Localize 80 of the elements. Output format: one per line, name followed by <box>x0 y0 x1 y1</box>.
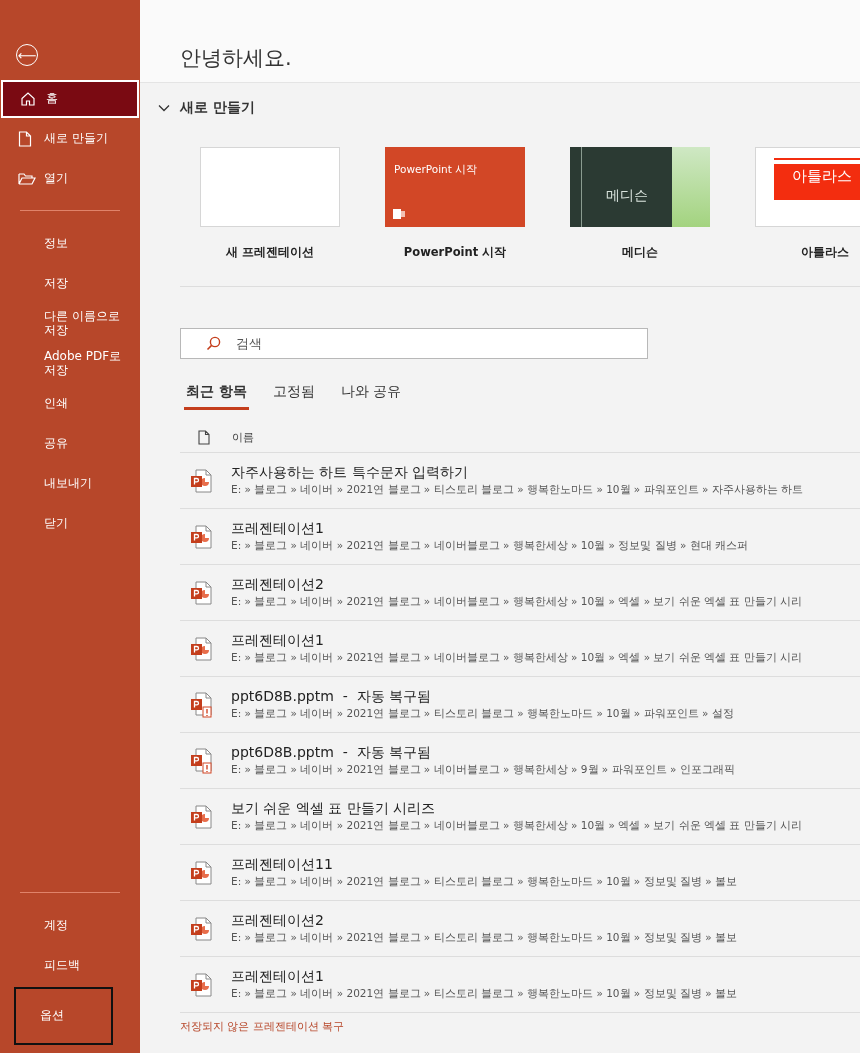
tab[interactable]: 나와 공유 <box>338 381 404 410</box>
search-icon <box>206 336 221 351</box>
powerpoint-file-icon <box>190 916 214 941</box>
template-thumbnail[interactable] <box>200 147 340 227</box>
template-label: 새 프레젠테이션 <box>226 245 314 260</box>
column-header[interactable]: 이름 <box>232 429 254 445</box>
file-path: E: » 블로그 » 네이버 » 2021연 블로그 » 네이버블로그 » 행복한세상 » 10월 » 엑셀 » 보기 쉬운 엑셀 표 만들기 시리 <box>231 651 803 665</box>
search-field[interactable]: 검색 <box>180 328 648 359</box>
file-name: 프레젠테이션11 <box>231 856 334 874</box>
file-row[interactable]: 프레젠테이션1 E: » 블로그 » 네이버 » 2021연 블로그 » 네이버블로그 » 행복한세상 » 10월 » 엑셀 » 보기 쉬운 엑셀 표 만들기 시리 <box>180 621 860 677</box>
sidebar-item[interactable]: 내보내기 <box>0 465 140 503</box>
file-path: E: » 블로그 » 네이버 » 2021연 블로그 » 티스토리 블로그 » 행복한노마드 » 10월 » 파워포인트 » 설정 <box>231 707 734 721</box>
recover-link[interactable]: 저장되지 않은 프레젠테이션 복구 <box>180 1019 345 1034</box>
file-name: 자주사용하는 하트 특수문자 입력하기 <box>231 464 470 482</box>
powerpoint-file-icon <box>190 580 214 605</box>
template-thumbnail[interactable]: 메디슨 <box>570 147 710 227</box>
powerpoint-file-icon <box>190 468 214 493</box>
file-path: E: » 블로그 » 네이버 » 2021연 블로그 » 티스토리 블로그 » 행복한노마드 » 10월 » 정보및 질병 » 볼보 <box>231 875 738 889</box>
sidebar-item[interactable]: Adobe PDF로 저장 <box>0 345 140 383</box>
recovered-file-icon <box>190 747 214 774</box>
powerpoint-file-icon <box>190 804 214 829</box>
home-icon <box>20 91 36 107</box>
template-label: 아틀라스 <box>801 245 849 260</box>
powerpoint-file-icon <box>190 860 214 885</box>
file-row[interactable]: ppt6D8B.pptm - 자동 복구됨 E: » 블로그 » 네이버 » 2021연 블로그 » 티스토리 블로그 » 행복한노마드 » 10월 » 파워포인트 » 설정 <box>180 677 860 733</box>
file-row[interactable]: 자주사용하는 하트 특수문자 입력하기 E: » 블로그 » 네이버 » 2021연 블로그 » 티스토리 블로그 » 행복한노마드 » 10월 » 파워포인트 » 자주사용하는 하트 <box>180 453 860 509</box>
file-icon <box>18 131 32 147</box>
file-row[interactable]: 보기 쉬운 엑셀 표 만들기 시리즈 E: » 블로그 » 네이버 » 2021연 블로그 » 네이버블로그 » 행복한세상 » 10월 » 엑셀 » 보기 쉬운 엑셀 표 만들기 시리 <box>180 789 860 845</box>
chevron-icon <box>158 104 170 112</box>
template-thumbnail[interactable]: PowerPoint 시작 <box>385 147 525 227</box>
sidebar-item[interactable]: 열기 <box>0 160 140 198</box>
sidebar-item[interactable]: 옵션 <box>14 987 113 1045</box>
file-name: 프레젠테이션2 <box>231 912 325 930</box>
sidebar-item[interactable]: 다른 이름으로 저장 <box>0 305 140 343</box>
powerpoint-file-icon <box>190 636 214 661</box>
file-name: 프레젠테이션1 <box>231 968 325 986</box>
template-thumbnail[interactable]: 아틀라스 <box>755 147 860 227</box>
recovered-file-icon <box>190 691 214 718</box>
file-name: ppt6D8B.pptm - 자동 복구됨 <box>231 744 433 762</box>
file-path: E: » 블로그 » 네이버 » 2021연 블로그 » 네이버블로그 » 행복한세상 » 10월 » 엑셀 » 보기 쉬운 엑셀 표 만들기 시리 <box>231 595 803 609</box>
template-label: 메디슨 <box>622 245 658 260</box>
sidebar-item[interactable]: 공유 <box>0 425 140 463</box>
file-row[interactable]: 프레젠테이션2 E: » 블로그 » 네이버 » 2021연 블로그 » 네이버블로그 » 행복한세상 » 10월 » 엑셀 » 보기 쉬운 엑셀 표 만들기 시리 <box>180 565 860 621</box>
sidebar-item[interactable]: 계정 <box>0 907 140 945</box>
powerpoint-file-icon <box>190 972 214 997</box>
thumbnail-title: 메디슨 <box>605 186 649 205</box>
sidebar-item[interactable]: 저장 <box>0 265 140 303</box>
thumbnail-title: PowerPoint 시작 <box>394 163 478 177</box>
folder-icon <box>18 172 36 186</box>
file-path: E: » 블로그 » 네이버 » 2021연 블로그 » 티스토리 블로그 » 행복한노마드 » 10월 » 정보및 질병 » 볼보 <box>231 931 738 945</box>
sidebar-item[interactable]: 인쇄 <box>0 385 140 423</box>
file-row[interactable]: ppt6D8B.pptm - 자동 복구됨 E: » 블로그 » 네이버 » 2021연 블로그 » 네이버블로그 » 행복한세상 » 9월 » 파워포인트 » 인포그래픽 <box>180 733 860 789</box>
file-path: E: » 블로그 » 네이버 » 2021연 블로그 » 티스토리 블로그 » 행복한노마드 » 10월 » 파워포인트 » 자주사용하는 하트 <box>231 483 804 497</box>
file-name: ppt6D8B.pptm - 자동 복구됨 <box>231 688 433 706</box>
powerpoint-file-icon <box>190 524 214 549</box>
tab[interactable]: 고정됨 <box>270 381 317 410</box>
file-path: E: » 블로그 » 네이버 » 2021연 블로그 » 네이버블로그 » 행복한세상 » 10월 » 엑셀 » 보기 쉬운 엑셀 표 만들기 시리 <box>231 819 803 833</box>
file-row[interactable]: 프레젠테이션2 E: » 블로그 » 네이버 » 2021연 블로그 » 티스토리 블로그 » 행복한노마드 » 10월 » 정보및 질병 » 볼보 <box>180 901 860 957</box>
file-row[interactable]: 프레젠테이션1 E: » 블로그 » 네이버 » 2021연 블로그 » 네이버블로그 » 행복한세상 » 10월 » 정보및 질병 » 현대 캐스퍼 <box>180 509 860 565</box>
file-path: E: » 블로그 » 네이버 » 2021연 블로그 » 네이버블로그 » 행복한세상 » 10월 » 정보및 질병 » 현대 캐스퍼 <box>231 539 749 553</box>
powerpoint-logo-icon <box>393 209 405 219</box>
sidebar-item[interactable]: 새로 만들기 <box>0 120 140 158</box>
file-icon <box>198 429 210 445</box>
file-name: 보기 쉬운 엑셀 표 만들기 시리즈 <box>231 800 437 818</box>
file-name: 프레젠테이션2 <box>231 576 325 594</box>
file-row[interactable]: 프레젠테이션11 E: » 블로그 » 네이버 » 2021연 블로그 » 티스토리 블로그 » 행복한노마드 » 10월 » 정보및 질병 » 볼보 <box>180 845 860 901</box>
file-name: 프레젠테이션1 <box>231 520 325 538</box>
greeting-heading: 안녕하세요. <box>180 46 292 70</box>
sidebar-item[interactable]: 정보 <box>0 225 140 263</box>
sidebar-item[interactable]: 홈 <box>1 80 139 118</box>
thumbnail-title: 아틀라스 <box>791 166 853 186</box>
file-name: 프레젠테이션1 <box>231 632 325 650</box>
sidebar-item[interactable]: 피드백 <box>0 947 140 985</box>
template-label: PowerPoint 시작 <box>403 245 507 260</box>
file-path: E: » 블로그 » 네이버 » 2021연 블로그 » 네이버블로그 » 행복한세상 » 9월 » 파워포인트 » 인포그래픽 <box>231 763 735 777</box>
sidebar-item[interactable]: 닫기 <box>0 505 140 543</box>
tab[interactable]: 최근 항목 <box>184 381 249 410</box>
section-toggle[interactable]: 새로 만들기 <box>140 83 860 117</box>
file-row[interactable]: 프레젠테이션1 E: » 블로그 » 네이버 » 2021연 블로그 » 티스토리 블로그 » 행복한노마드 » 10월 » 정보및 질병 » 볼보 <box>180 957 860 1013</box>
file-path: E: » 블로그 » 네이버 » 2021연 블로그 » 티스토리 블로그 » 행복한노마드 » 10월 » 정보및 질병 » 볼보 <box>231 987 738 1001</box>
